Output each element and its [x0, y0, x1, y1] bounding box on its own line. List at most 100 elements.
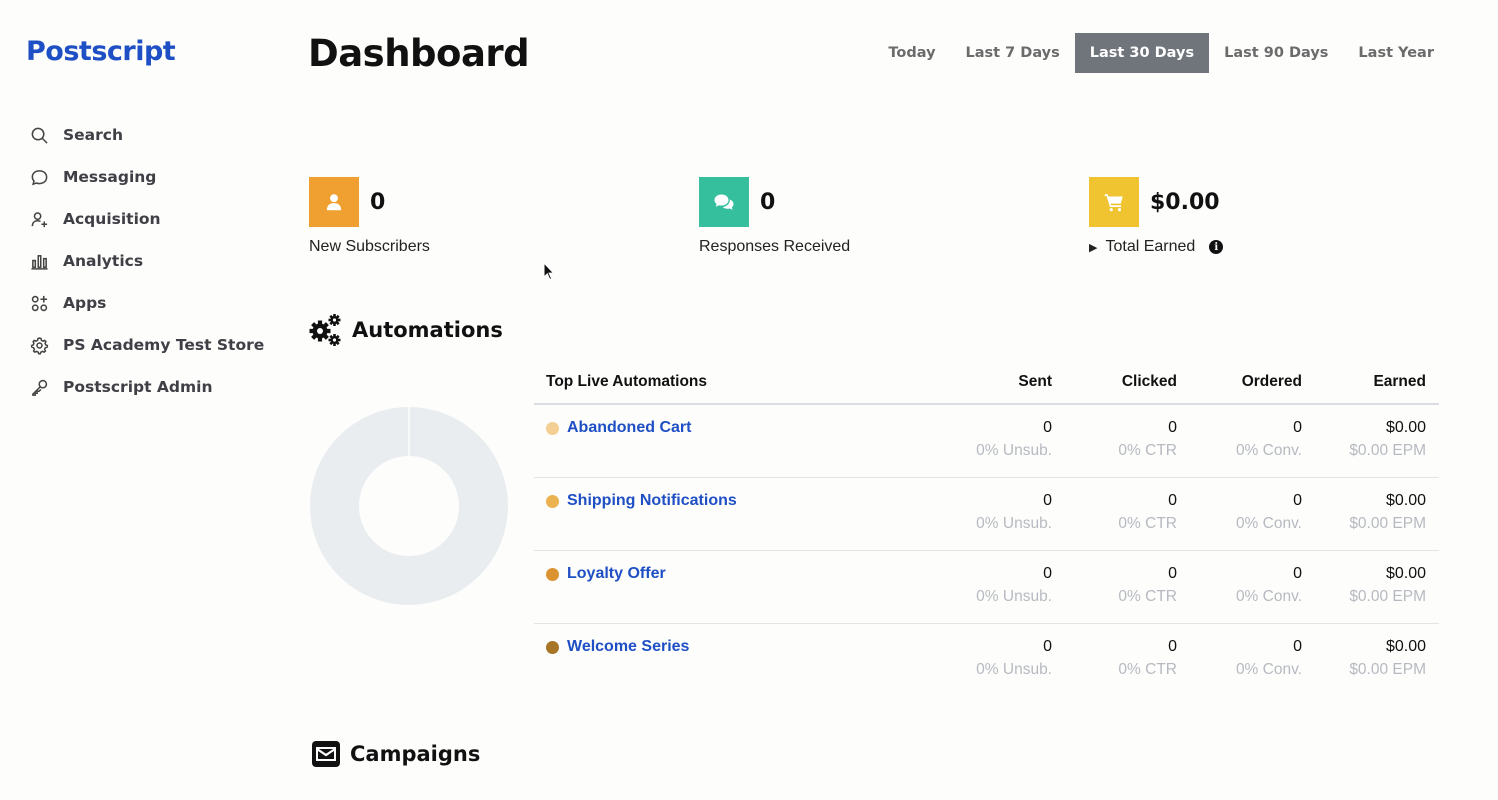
sidebar-item-label: Search [63, 126, 124, 144]
earned-value: $0.00 [1385, 565, 1426, 582]
sidebar-item-apps[interactable]: Apps [28, 282, 264, 324]
mouse-cursor-icon [543, 262, 555, 281]
clicked-subvalue: 0% CTR [1118, 442, 1177, 459]
user-icon [309, 177, 359, 227]
clicked-cell: 0 0% CTR [1052, 565, 1177, 623]
cart-icon [1089, 177, 1139, 227]
info-icon[interactable]: i [1209, 240, 1224, 254]
add-user-icon [28, 208, 50, 230]
ordered-subvalue: 0% Conv. [1235, 588, 1302, 605]
sent-cell: 0 0% Unsub. [927, 419, 1052, 477]
clicked-subvalue: 0% CTR [1118, 515, 1177, 532]
stat-label: Total Earned [1105, 238, 1196, 255]
series-color-dot [546, 421, 559, 435]
column-header-earned[interactable]: Earned [1302, 373, 1426, 391]
series-color-dot [546, 640, 559, 654]
earned-value: $0.00 [1385, 492, 1426, 509]
stat-label: Responses Received [699, 238, 851, 255]
earned-subvalue: $0.00 EPM [1349, 442, 1426, 459]
stat-value: 0 [370, 189, 386, 215]
automation-link[interactable]: Abandoned Cart [567, 419, 691, 437]
earned-subvalue: $0.00 EPM [1349, 588, 1426, 605]
sent-subvalue: 0% Unsub. [976, 661, 1052, 678]
sidebar-item-label: Acquisition [63, 210, 161, 228]
ordered-value: 0 [1293, 638, 1302, 655]
column-header-sent[interactable]: Sent [927, 373, 1052, 391]
section-title: Automations [352, 318, 503, 342]
section-title: Campaigns [350, 742, 481, 766]
ordered-subvalue: 0% Conv. [1235, 515, 1302, 532]
range-last-90-days-button[interactable]: Last 90 Days [1209, 33, 1343, 73]
sidebar-item-label: Analytics [63, 252, 144, 270]
sent-value: 0 [1043, 638, 1052, 655]
comments-icon [699, 177, 749, 227]
sent-cell: 0 0% Unsub. [927, 565, 1052, 623]
range-last-year-button[interactable]: Last Year [1343, 33, 1449, 73]
clicked-cell: 0 0% CTR [1052, 492, 1177, 550]
sidebar-item-analytics[interactable]: Analytics [28, 240, 264, 282]
clicked-value: 0 [1168, 492, 1177, 509]
gear-icon [28, 334, 50, 356]
sidebar-item-messaging[interactable]: Messaging [28, 156, 264, 198]
clicked-subvalue: 0% CTR [1118, 588, 1177, 605]
sent-value: 0 [1043, 419, 1052, 436]
sidebar-item-admin[interactable]: Postscript Admin [28, 366, 264, 408]
automation-name-cell: Shipping Notifications [534, 492, 927, 550]
sent-cell: 0 0% Unsub. [927, 638, 1052, 697]
sidebar-nav: Search Messaging Acquisition Analytics A… [28, 114, 264, 408]
postscript-logo[interactable]: Postscript [26, 36, 176, 67]
range-last-7-days-button[interactable]: Last 7 Days [951, 33, 1075, 73]
key-icon [28, 376, 50, 398]
sidebar-item-store[interactable]: PS Academy Test Store [28, 324, 264, 366]
sent-value: 0 [1043, 565, 1052, 582]
earned-value: $0.00 [1385, 419, 1426, 436]
sent-value: 0 [1043, 492, 1052, 509]
stat-label: New Subscribers [309, 238, 430, 255]
stat-responses-received: 0 Responses Received [699, 177, 850, 256]
page-title: Dashboard [308, 32, 530, 75]
column-header-clicked[interactable]: Clicked [1052, 373, 1177, 391]
date-range-selector: Today Last 7 Days Last 30 Days Last 90 D… [873, 33, 1449, 73]
chat-bubble-icon [28, 166, 50, 188]
sidebar-item-acquisition[interactable]: Acquisition [28, 198, 264, 240]
earned-cell: $0.00 $0.00 EPM [1302, 492, 1438, 550]
clicked-cell: 0 0% CTR [1052, 419, 1177, 477]
sidebar-item-label: Postscript Admin [63, 378, 213, 396]
column-header-name: Top Live Automations [546, 372, 708, 390]
range-today-button[interactable]: Today [873, 33, 950, 73]
table-row[interactable]: Shipping Notifications 0 0% Unsub. 0 0% CTR 0… [534, 478, 1439, 551]
automation-name-cell: Abandoned Cart [534, 419, 927, 477]
campaigns-header: Campaigns [308, 736, 480, 772]
automation-link[interactable]: Loyalty Offer [567, 565, 666, 583]
sidebar-item-label: Messaging [63, 168, 157, 186]
clicked-value: 0 [1168, 638, 1177, 655]
search-icon [28, 124, 50, 146]
ordered-cell: 0 0% Conv. [1177, 565, 1302, 623]
gears-icon [307, 312, 343, 348]
earned-value: $0.00 [1385, 638, 1426, 655]
stat-value: $0.00 [1150, 189, 1220, 215]
stat-new-subscribers: 0 New Subscribers [309, 177, 430, 256]
stat-total-earned: $0.00 ▶ Total Earned i [1089, 177, 1224, 256]
ordered-subvalue: 0% Conv. [1235, 661, 1302, 678]
envelope-icon [308, 736, 344, 772]
earned-cell: $0.00 $0.00 EPM [1302, 419, 1438, 477]
sidebar-item-search[interactable]: Search [28, 114, 264, 156]
range-last-30-days-button[interactable]: Last 30 Days [1074, 33, 1210, 73]
automation-link[interactable]: Shipping Notifications [567, 492, 737, 510]
ordered-subvalue: 0% Conv. [1235, 442, 1302, 459]
expand-triangle-icon: ▶ [1089, 241, 1098, 254]
sent-subvalue: 0% Unsub. [976, 442, 1052, 459]
total-earned-toggle[interactable]: ▶ Total Earned i [1089, 238, 1224, 256]
automation-name-cell: Loyalty Offer [534, 565, 927, 623]
table-row[interactable]: Loyalty Offer 0 0% Unsub. 0 0% CTR 0 0% Conv. $… [534, 551, 1439, 624]
column-header-ordered[interactable]: Ordered [1177, 373, 1302, 391]
automations-donut-chart [310, 407, 508, 605]
ordered-cell: 0 0% Conv. [1177, 638, 1302, 697]
automation-link[interactable]: Welcome Series [567, 638, 689, 656]
earned-cell: $0.00 $0.00 EPM [1302, 638, 1438, 697]
table-row[interactable]: Welcome Series 0 0% Unsub. 0 0% CTR 0 0% Conv.… [534, 624, 1439, 697]
ordered-value: 0 [1293, 419, 1302, 436]
table-row[interactable]: Abandoned Cart 0 0% Unsub. 0 0% CTR 0 0% Conv.… [534, 405, 1439, 478]
earned-subvalue: $0.00 EPM [1349, 661, 1426, 678]
